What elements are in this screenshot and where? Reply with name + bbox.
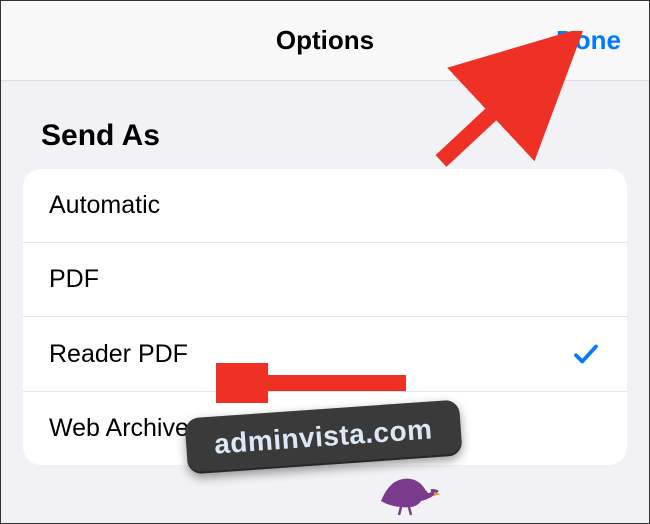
option-reader-pdf[interactable]: Reader PDF [23, 317, 627, 392]
done-button[interactable]: Done [556, 25, 621, 56]
option-label: Reader PDF [49, 340, 188, 369]
header-bar: Options Done [1, 1, 649, 81]
bird-icon [371, 461, 441, 516]
checkmark-icon [571, 339, 601, 369]
section-header-send-as: Send As [1, 81, 649, 169]
page-title: Options [276, 25, 374, 56]
option-pdf[interactable]: PDF [23, 243, 627, 317]
send-as-list: Automatic PDF Reader PDF Web Archive [23, 169, 627, 465]
option-label: PDF [49, 265, 99, 294]
option-label: Web Archive [49, 414, 189, 443]
option-web-archive[interactable]: Web Archive [23, 392, 627, 465]
option-automatic[interactable]: Automatic [23, 169, 627, 243]
option-label: Automatic [49, 191, 160, 220]
